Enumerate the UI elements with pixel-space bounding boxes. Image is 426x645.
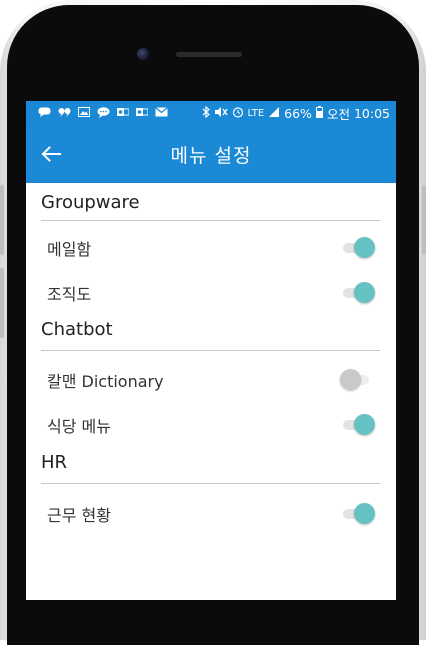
alarm-icon <box>232 106 244 121</box>
volume-down-button <box>0 268 4 338</box>
battery-icon <box>315 106 323 121</box>
toggle-thumb <box>340 368 361 390</box>
camera-icon <box>137 48 149 60</box>
quote-icon <box>58 107 71 120</box>
speaker-grille <box>176 52 242 57</box>
section-title: HR <box>41 452 68 473</box>
toggle-thumb <box>354 413 375 435</box>
toggle-thumb <box>354 281 375 303</box>
status-right: LTE 66% 오전 10:05 <box>202 104 390 123</box>
toggle-switch[interactable] <box>340 368 374 391</box>
toggle-thumb <box>354 236 375 258</box>
section-title: Groupware <box>41 192 140 213</box>
menu-row-dictionary[interactable]: 칼맨 Dictionary <box>26 357 396 402</box>
section-header-groupware: Groupware <box>41 183 380 221</box>
menu-row-mail[interactable]: 메일함 <box>26 225 396 270</box>
outlook-icon <box>117 107 130 120</box>
power-button <box>422 185 426 255</box>
menu-label: 근무 현황 <box>47 505 111 525</box>
time-ampm: 오전 <box>326 107 350 122</box>
outlook-icon <box>136 107 149 120</box>
menu-label: 식당 메뉴 <box>47 416 111 436</box>
toggle-switch[interactable] <box>342 413 375 436</box>
network-type: LTE <box>247 108 265 119</box>
toggle-switch[interactable] <box>342 236 375 259</box>
menu-row-cafeteria-menu[interactable]: 식당 메뉴 <box>26 402 396 447</box>
battery-percent: 66% <box>284 106 312 121</box>
toggle-switch[interactable] <box>342 502 375 525</box>
mute-icon <box>214 106 228 121</box>
bluetooth-icon <box>202 105 210 121</box>
page-title: 메뉴 설정 <box>170 145 252 167</box>
menu-label: 칼맨 Dictionary <box>47 371 164 391</box>
menu-label: 조직도 <box>47 284 92 304</box>
section-header-chatbot: Chatbot <box>41 315 380 351</box>
clock-time: 10:05 <box>353 106 390 121</box>
app-bar: 메뉴 설정 <box>26 126 396 183</box>
message-icon <box>97 106 110 121</box>
back-button[interactable] <box>39 142 63 166</box>
menu-label: 메일함 <box>47 239 92 259</box>
chat-icon <box>38 107 51 120</box>
menu-row-work-status[interactable]: 근무 현황 <box>26 491 396 536</box>
notification-icons <box>38 106 168 121</box>
mail-icon <box>155 107 168 120</box>
status-bar: LTE 66% 오전 10:05 <box>26 101 396 126</box>
toggle-thumb <box>354 502 375 524</box>
volume-up-button <box>0 185 4 255</box>
menu-row-org-chart[interactable]: 조직도 <box>26 270 396 315</box>
signal-icon <box>268 106 280 121</box>
toggle-switch[interactable] <box>342 281 375 304</box>
back-arrow-icon <box>41 146 61 162</box>
screen: LTE 66% 오전 10:05 메뉴 설정 Groupware 메일함 조직도… <box>26 101 396 600</box>
section-title: Chatbot <box>41 319 113 340</box>
section-header-hr: HR <box>41 447 380 484</box>
image-icon <box>78 107 90 120</box>
